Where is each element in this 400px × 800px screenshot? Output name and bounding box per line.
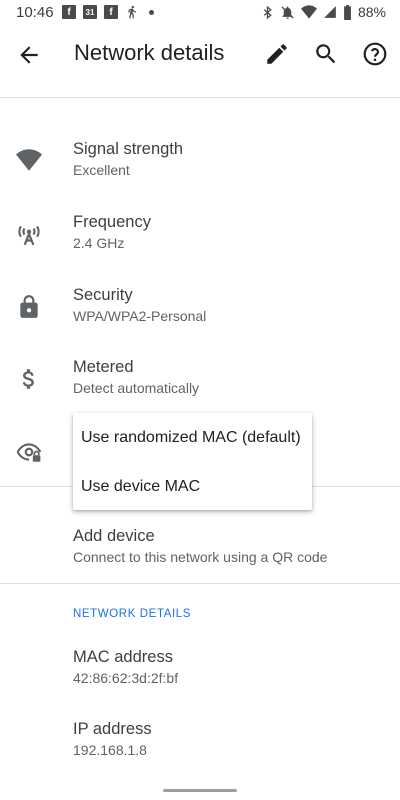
security-title: Security (73, 286, 133, 304)
security-value: WPA/WPA2-Personal (73, 308, 207, 324)
antenna-icon (18, 225, 40, 246)
signal-strength-title: Signal strength (73, 140, 184, 158)
facebook-icon: f (104, 5, 118, 19)
network-details-header: NETWORK DETAILS (73, 608, 192, 620)
frequency-value: 2.4 GHz (73, 235, 125, 251)
privacy-options-menu: Use randomized MAC (default) Use device … (73, 413, 312, 510)
facebook-icon: f (62, 5, 76, 19)
notification-icons: f 31 f (62, 5, 154, 19)
ip-address-title: IP address (73, 720, 152, 738)
add-device-subtitle: Connect to this network using a QR code (73, 549, 328, 565)
frequency-row: Frequency 2.4 GHz (0, 213, 400, 277)
signal-icon (324, 6, 336, 18)
status-time: 10:46 (16, 4, 54, 21)
do-not-disturb-icon (281, 5, 294, 19)
signal-strength-row: Signal strength Excellent (0, 140, 400, 204)
gesture-nav-handle[interactable] (163, 789, 237, 792)
signal-strength-value: Excellent (73, 162, 130, 178)
privacy-eye-lock-icon (16, 443, 42, 462)
metered-title: Metered (73, 358, 134, 376)
status-bar: 10:46 f 31 f 88% (0, 0, 400, 26)
wifi-signal-icon (16, 149, 42, 171)
mac-address-value: 42:86:62:3d:2f:bf (73, 670, 179, 686)
edit-icon[interactable] (264, 41, 290, 67)
lock-icon (20, 295, 38, 318)
add-device-row[interactable]: Add device Connect to this network using… (0, 527, 400, 591)
ip-address-value: 192.168.1.8 (73, 742, 147, 758)
dot-icon (149, 9, 154, 15)
frequency-title: Frequency (73, 213, 151, 231)
mac-address-row: MAC address 42:86:62:3d:2f:bf (0, 648, 400, 712)
fitness-icon (128, 5, 137, 19)
security-row: Security WPA/WPA2-Personal (0, 286, 400, 350)
menu-item-device-mac[interactable]: Use device MAC (81, 478, 200, 496)
bluetooth-icon (263, 5, 272, 19)
help-icon[interactable] (362, 41, 388, 67)
search-icon[interactable] (313, 41, 339, 67)
app-bar-divider (0, 97, 400, 98)
wifi-icon (300, 5, 317, 19)
system-icons: 88% (261, 4, 386, 20)
mac-address-title: MAC address (73, 648, 173, 666)
top-app-bar: Network details (0, 26, 400, 84)
ip-address-row: IP address 192.168.1.8 (0, 720, 400, 784)
dollar-icon (22, 369, 34, 389)
battery-icon (344, 4, 351, 20)
menu-item-randomized-mac[interactable]: Use randomized MAC (default) (81, 429, 301, 447)
calendar-icon: 31 (83, 5, 97, 19)
back-arrow-icon[interactable] (16, 42, 42, 68)
battery-percent: 88% (357, 4, 386, 20)
section-divider (0, 583, 400, 584)
page-title: Network details (74, 40, 225, 65)
metered-value: Detect automatically (73, 380, 200, 396)
add-device-title: Add device (73, 527, 155, 545)
